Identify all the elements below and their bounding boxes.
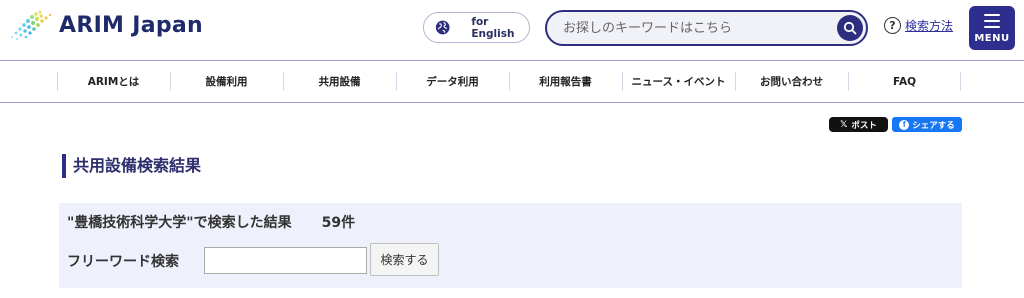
result-summary: "豊橋技術科学大学"で検索した結果 59件 bbox=[67, 212, 355, 232]
nav-item-news-events[interactable]: ニュース・イベント bbox=[622, 61, 735, 102]
site-header: ARIM Japan for English ? 検索方法 MENU bbox=[0, 0, 1024, 60]
search-icon bbox=[843, 21, 857, 35]
facebook-share-button[interactable]: f シェアする bbox=[892, 117, 962, 132]
global-nav: ARIMとは 設備利用 共用設備 データ利用 利用報告書 ニュース・イベント お… bbox=[0, 60, 1024, 103]
search-submit-button[interactable] bbox=[837, 15, 863, 41]
nav-item-faq[interactable]: FAQ bbox=[848, 61, 961, 102]
nav-item-contact[interactable]: お問い合わせ bbox=[735, 61, 848, 102]
nav-items: ARIMとは 設備利用 共用設備 データ利用 利用報告書 ニュース・イベント お… bbox=[57, 61, 961, 102]
nav-item-shared-equipment[interactable]: 共用設備 bbox=[283, 61, 396, 102]
site-search-input[interactable] bbox=[563, 20, 823, 36]
freeword-submit-button[interactable]: 検索する bbox=[370, 243, 439, 276]
nav-item-usage-reports[interactable]: 利用報告書 bbox=[509, 61, 622, 102]
page-title: 共用設備検索結果 bbox=[62, 154, 201, 178]
facebook-icon: f bbox=[899, 119, 910, 130]
search-help-link[interactable]: ? 検索方法 bbox=[884, 17, 953, 34]
search-help-label: 検索方法 bbox=[905, 19, 954, 33]
nav-item-data-use[interactable]: データ利用 bbox=[396, 61, 509, 102]
globe-icon bbox=[435, 20, 450, 35]
x-post-button[interactable]: 𝕏 ポスト bbox=[829, 117, 888, 132]
x-logo-icon: 𝕏 bbox=[840, 119, 848, 130]
hamburger-icon bbox=[984, 14, 1000, 32]
facebook-share-label: シェアする bbox=[912, 120, 955, 131]
nav-item-equipment-use[interactable]: 設備利用 bbox=[170, 61, 283, 102]
search-results-panel: "豊橋技術科学大学"で検索した結果 59件 フリーワード検索 検索する bbox=[59, 203, 962, 288]
result-query-text: "豊橋技術科学大学"で検索した結果 bbox=[67, 215, 292, 231]
arim-logo[interactable]: ARIM Japan bbox=[10, 9, 203, 41]
menu-label: MENU bbox=[974, 33, 1010, 44]
question-icon: ? bbox=[884, 17, 901, 34]
menu-button[interactable]: MENU bbox=[969, 6, 1015, 50]
logo-text: ARIM Japan bbox=[59, 12, 203, 38]
english-language-label: for English bbox=[471, 15, 515, 40]
result-count: 59件 bbox=[321, 215, 356, 231]
english-language-button[interactable]: for English bbox=[423, 12, 530, 43]
freeword-input[interactable] bbox=[204, 247, 367, 274]
x-post-label: ポスト bbox=[851, 120, 877, 131]
freeword-label: フリーワード検索 bbox=[67, 254, 179, 270]
logo-dots-icon bbox=[10, 10, 52, 41]
nav-item-about[interactable]: ARIMとは bbox=[57, 61, 170, 102]
site-search-bar bbox=[545, 10, 868, 46]
